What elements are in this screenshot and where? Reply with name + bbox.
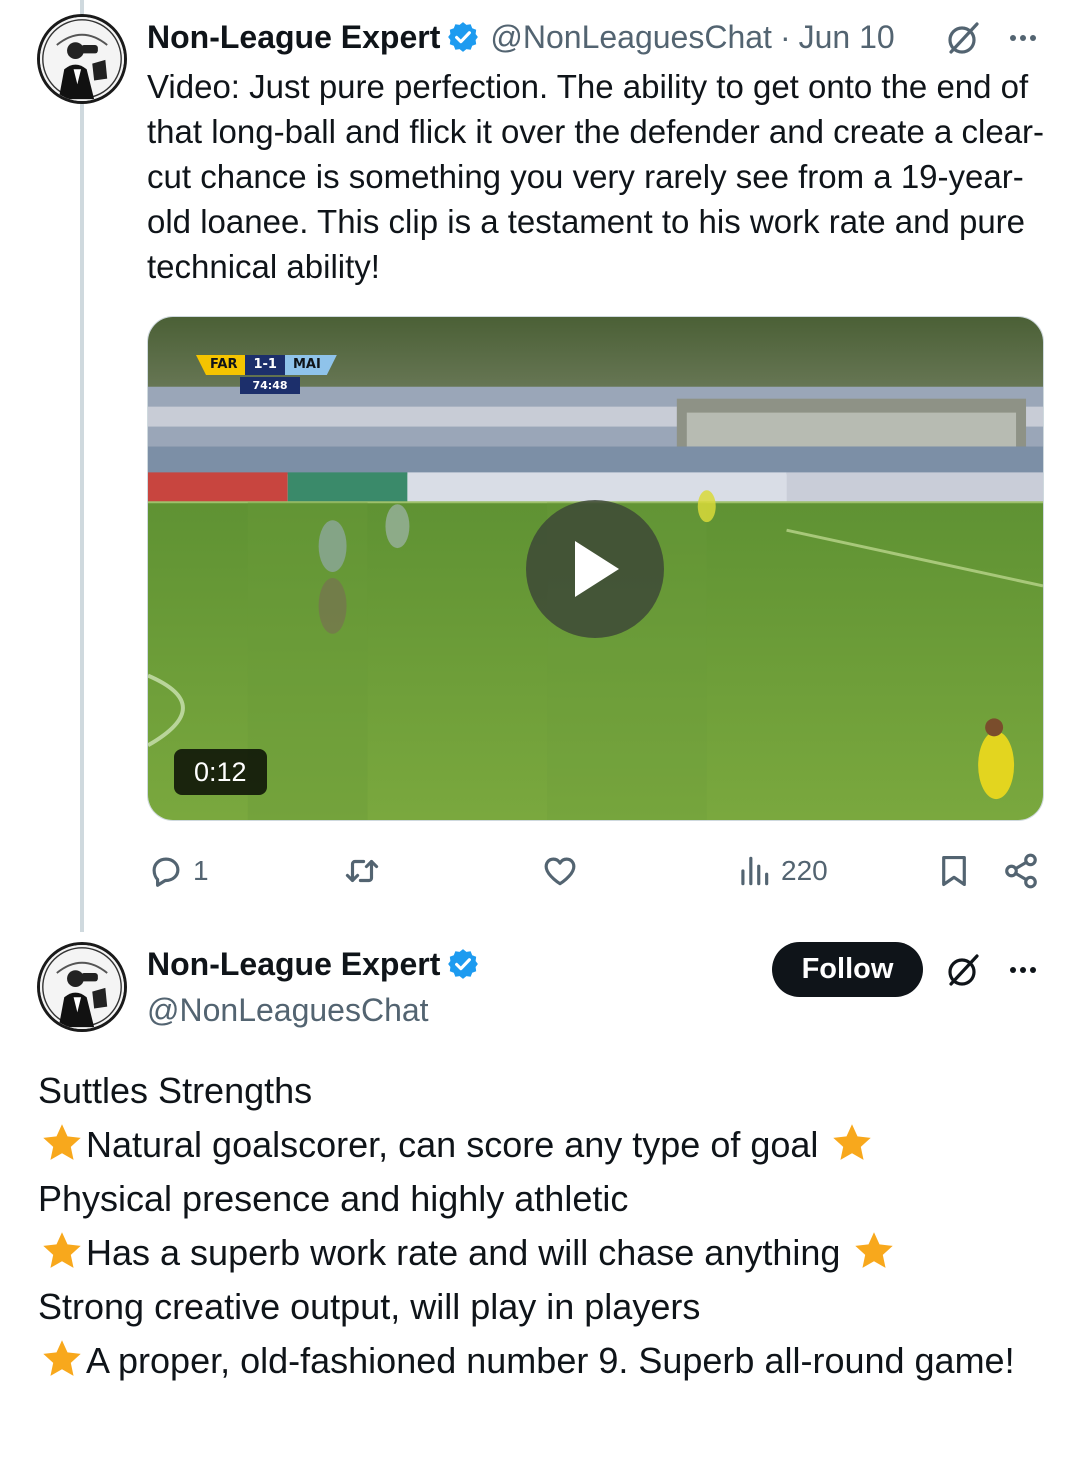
avatar[interactable] xyxy=(37,14,127,104)
strength-line-text: Strong creative output, will play in pla… xyxy=(38,1286,701,1327)
strength-line: A proper, old-fashioned number 9. Superb… xyxy=(38,1334,1048,1388)
strength-line: Physical presence and highly athletic xyxy=(38,1172,1048,1226)
strength-line-text: Suttles Strengths xyxy=(38,1070,313,1111)
strength-line-text: Has a superb work rate and will chase an… xyxy=(86,1232,851,1273)
views-button[interactable]: 220 xyxy=(735,848,828,894)
match-clock: 74:48 xyxy=(240,377,300,394)
verified-badge-icon xyxy=(448,949,479,979)
more-options-icon[interactable] xyxy=(1003,950,1043,990)
tweet-header: Non-League Expert @NonLeaguesChat · Jun … xyxy=(147,14,1047,60)
avatar-image xyxy=(40,945,124,1029)
author-handle[interactable]: @NonLeaguesChat xyxy=(147,988,429,1032)
heart-icon xyxy=(544,857,576,886)
strength-line-text: Natural goalscorer, can score any type o… xyxy=(86,1124,829,1165)
strength-line: Strong creative output, will play in pla… xyxy=(38,1280,1048,1334)
author-handle[interactable]: @NonLeaguesChat xyxy=(490,19,772,56)
thread-line xyxy=(80,0,84,932)
grok-icon[interactable] xyxy=(943,950,983,990)
views-count: 220 xyxy=(781,855,828,886)
match-score: 1-1 xyxy=(245,355,285,375)
tweet-date[interactable]: Jun 10 xyxy=(799,19,895,56)
away-team: MAI xyxy=(285,355,337,375)
tweet-actions: 1 220 xyxy=(147,848,1042,894)
verified-badge-icon xyxy=(448,22,479,52)
tweet-text: Suttles Strengths Natural goalscorer, can… xyxy=(38,1064,1048,1388)
retweet-icon xyxy=(345,859,379,883)
scoreboard: FAR 1-1 MAI 74:48 xyxy=(196,355,337,397)
share-button[interactable] xyxy=(1002,848,1040,894)
strength-line: Has a superb work rate and will chase an… xyxy=(38,1226,1048,1280)
tweet-text: Video: Just pure perfection. The ability… xyxy=(147,68,1045,285)
avatar[interactable] xyxy=(37,942,127,1032)
star-emoji-icon xyxy=(833,1124,872,1160)
reply-icon xyxy=(152,857,180,887)
like-button[interactable] xyxy=(541,848,587,894)
avatar-image xyxy=(40,17,124,101)
reply-count: 1 xyxy=(193,855,209,886)
video-duration: 0:12 xyxy=(174,749,267,795)
author-name[interactable]: Non-League Expert xyxy=(147,19,440,56)
strength-line: Natural goalscorer, can score any type o… xyxy=(38,1118,1048,1172)
strength-line-text: A proper, old-fashioned number 9. Superb… xyxy=(86,1340,1015,1381)
play-button[interactable] xyxy=(526,500,664,638)
star-emoji-icon xyxy=(855,1232,894,1268)
bookmark-button[interactable] xyxy=(935,848,973,894)
more-options-icon[interactable] xyxy=(1003,18,1043,58)
follow-button[interactable]: Follow xyxy=(772,942,923,997)
author-name[interactable]: Non-League Expert xyxy=(147,942,440,986)
grok-icon[interactable] xyxy=(943,18,983,58)
reply-button[interactable]: 1 xyxy=(147,848,209,894)
star-emoji-icon xyxy=(43,1124,81,1160)
author-name-row: Non-League Expert xyxy=(147,942,480,986)
star-emoji-icon xyxy=(43,1340,81,1376)
play-icon xyxy=(575,541,619,597)
strength-line-text: Physical presence and highly athletic xyxy=(38,1178,629,1219)
star-emoji-icon xyxy=(43,1232,81,1268)
retweet-button[interactable] xyxy=(343,848,389,894)
video-player[interactable]: FAR 1-1 MAI 74:48 0:12 xyxy=(147,316,1044,821)
strength-line: Suttles Strengths xyxy=(38,1064,1048,1118)
separator-dot: · xyxy=(779,18,791,55)
views-icon xyxy=(741,856,769,886)
share-icon xyxy=(1005,853,1037,889)
bookmark-icon xyxy=(942,855,966,887)
home-team: FAR xyxy=(196,355,246,375)
